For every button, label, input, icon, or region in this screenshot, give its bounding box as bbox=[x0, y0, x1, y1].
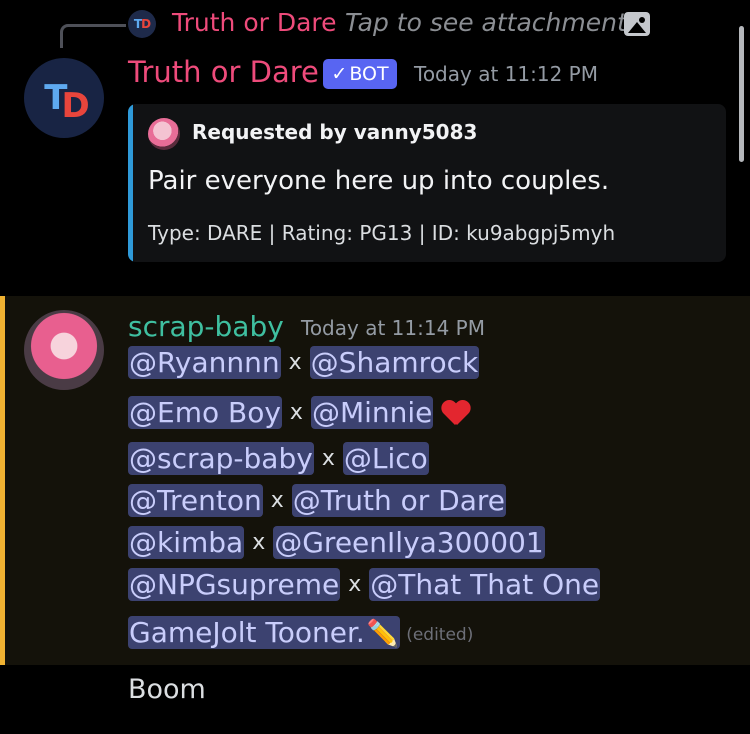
mention[interactable]: @Ryannnn bbox=[128, 346, 281, 379]
scrollbar[interactable] bbox=[739, 26, 744, 162]
embed-accent-bar bbox=[128, 104, 133, 262]
user-author-name[interactable]: scrap-baby bbox=[128, 310, 284, 343]
pair-separator: x bbox=[321, 446, 335, 471]
mention[interactable]: @GreenIlya300001 bbox=[273, 526, 545, 559]
embed-footer: Type: DARE | Rating: PG13 | ID: ku9abgpj… bbox=[148, 221, 616, 245]
check-icon: ✓ bbox=[331, 63, 348, 85]
bot-badge-label: BOT bbox=[349, 63, 389, 85]
reply-attachment-text[interactable]: Tap to see attachment bbox=[345, 8, 627, 37]
embed-description: Pair everyone here up into couples. bbox=[148, 166, 610, 196]
bot-avatar-letter-d: D bbox=[61, 86, 89, 126]
mention[interactable]: @kimba bbox=[128, 526, 245, 559]
reply-avatar[interactable]: TD bbox=[128, 10, 156, 38]
next-message-text: Boom bbox=[128, 674, 206, 705]
dare-embed: Requested by vanny5083 Pair everyone her… bbox=[128, 104, 726, 262]
mention-continuation[interactable]: GameJolt Tooner.✏️ bbox=[128, 616, 401, 649]
bot-badge: ✓ BOT bbox=[323, 59, 397, 89]
pair-line: @kimba x @GreenIlya300001 bbox=[128, 526, 545, 559]
reply-preview[interactable]: TD Truth or Dare Tap to see attachment bbox=[60, 6, 750, 48]
bot-avatar-letter-t: T bbox=[44, 78, 67, 118]
mention[interactable]: @NPGsupreme bbox=[128, 568, 341, 601]
edited-indicator: (edited) bbox=[406, 625, 474, 645]
reply-author-name[interactable]: Truth or Dare bbox=[172, 8, 337, 37]
mention[interactable]: @Trenton bbox=[128, 484, 263, 517]
mention-highlight-bar bbox=[0, 296, 5, 665]
bot-message-timestamp: Today at 11:12 PM bbox=[414, 62, 598, 86]
mention[interactable]: @Emo Boy bbox=[128, 396, 282, 429]
mention[interactable]: @Shamrock bbox=[309, 346, 480, 379]
pencil-emoji-icon: ✏️ bbox=[366, 619, 400, 649]
pair-line: @Ryannnn x @Shamrock bbox=[128, 346, 480, 379]
user-avatar[interactable] bbox=[24, 310, 104, 390]
highlighted-message[interactable]: scrap-baby Today at 11:14 PM @Ryannnn x … bbox=[0, 296, 750, 665]
mention-continuation-text: GameJolt Tooner. bbox=[129, 616, 365, 649]
pair-line: @NPGsupreme x @That That One bbox=[128, 568, 601, 601]
reply-spine bbox=[60, 24, 126, 48]
reply-avatar-letter-d: D bbox=[141, 17, 151, 31]
mention[interactable]: @Minnie bbox=[310, 396, 434, 429]
pair-separator: x bbox=[348, 572, 362, 597]
pair-line: GameJolt Tooner.✏️ (edited) bbox=[128, 616, 473, 649]
reply-avatar-letter-t: T bbox=[133, 17, 142, 31]
image-icon bbox=[624, 12, 650, 36]
mention[interactable]: @scrap-baby bbox=[128, 442, 314, 475]
pair-separator: x bbox=[270, 488, 284, 513]
mention[interactable]: @Truth or Dare bbox=[291, 484, 507, 517]
pair-separator: x bbox=[289, 400, 303, 425]
mention[interactable]: @That That One bbox=[369, 568, 601, 601]
embed-author-avatar bbox=[148, 118, 180, 150]
pair-separator: x bbox=[252, 530, 266, 555]
bot-avatar[interactable]: TD bbox=[24, 58, 104, 138]
pair-line: @Emo Boy x @Minnie bbox=[128, 396, 471, 429]
pair-line: @scrap-baby x @Lico bbox=[128, 442, 429, 475]
embed-author: Requested by vanny5083 bbox=[192, 120, 478, 144]
pair-line: @Trenton x @Truth or Dare bbox=[128, 484, 507, 517]
heart-emoji-icon bbox=[441, 399, 471, 427]
pair-separator: x bbox=[288, 350, 302, 375]
bot-author-name[interactable]: Truth or Dare bbox=[128, 55, 319, 89]
user-message-timestamp: Today at 11:14 PM bbox=[301, 316, 485, 340]
mention[interactable]: @Lico bbox=[342, 442, 429, 475]
